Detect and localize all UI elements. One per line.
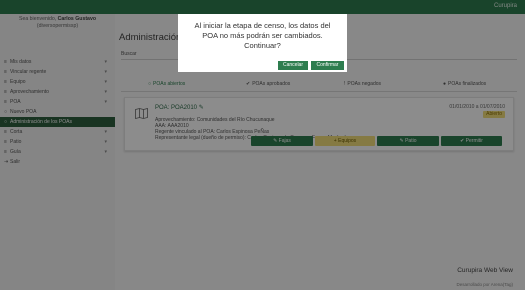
dialog-message-line: Al iniciar la etapa de censo, los datos … [194,21,331,30]
confirm-button[interactable]: Confirmar [311,61,344,70]
dialog-message-line: POA no más podrán ser cambiados. [202,31,323,40]
dialog-message: Al iniciar la etapa de censo, los datos … [178,21,347,51]
cancel-button[interactable]: Cancelar [278,61,308,70]
dialog-message-line: Continuar? [244,41,281,50]
confirm-dialog: Al iniciar la etapa de censo, los datos … [178,14,347,72]
